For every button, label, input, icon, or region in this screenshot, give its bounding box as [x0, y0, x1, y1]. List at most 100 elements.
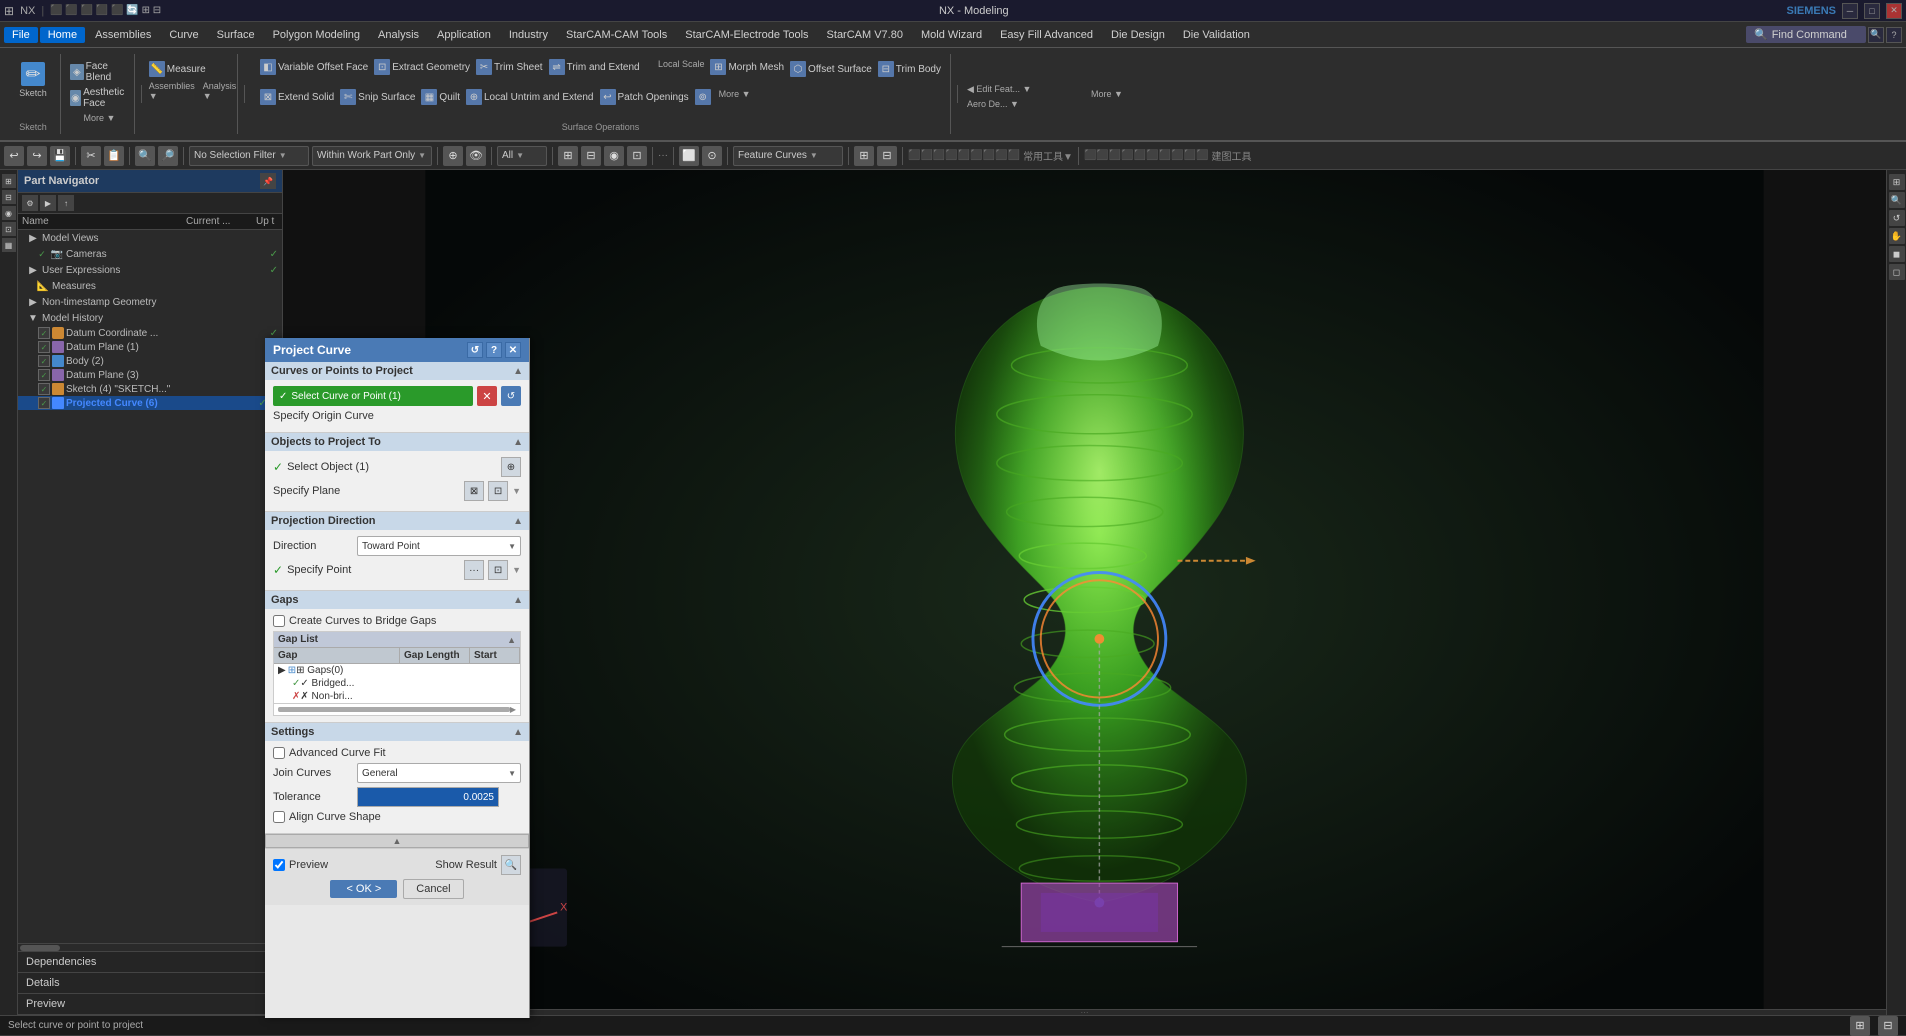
dialog-scroll-up[interactable]: ▲: [265, 834, 529, 848]
nav-tb-1[interactable]: ⚙: [22, 195, 38, 211]
find-command[interactable]: 🔍 Find Command: [1746, 26, 1866, 43]
tb-zoom-out[interactable]: 🔎: [158, 146, 178, 166]
specify-plane-btn2[interactable]: ⊡: [488, 481, 508, 501]
cancel-curve-btn[interactable]: ✕: [477, 386, 497, 406]
tb-icon-3[interactable]: ◉: [604, 146, 624, 166]
btn-morph-mesh[interactable]: ⬡ Offset Surface: [787, 60, 875, 78]
menu-item-die-validation[interactable]: Die Validation: [1175, 27, 1258, 43]
nav-tb-2[interactable]: ▶: [40, 195, 56, 211]
tb-icon-4[interactable]: ⊡: [627, 146, 647, 166]
tb-snap-icon[interactable]: ⊕: [443, 146, 463, 166]
menu-item-die-design[interactable]: Die Design: [1103, 27, 1173, 43]
dialog-refresh-btn[interactable]: ↺: [467, 342, 483, 358]
vp-tb-view2[interactable]: ◻: [1889, 264, 1905, 280]
btn-offset-surface[interactable]: ⊟ Trim Body: [875, 60, 944, 78]
tb-save[interactable]: 💾: [50, 146, 70, 166]
close-button[interactable]: ✕: [1886, 3, 1902, 19]
tb-icon-8[interactable]: ⊟: [877, 146, 897, 166]
menu-item-curve[interactable]: Curve: [161, 27, 206, 43]
proj-dir-section-header[interactable]: Projection Direction ▲: [265, 512, 529, 530]
btn-enlarge-surface[interactable]: ⊞ Morph Mesh: [707, 58, 787, 76]
accordion-header-preview[interactable]: Preview ▼: [18, 994, 282, 1014]
btn-edit-features[interactable]: ◀ Edit Feat... ▼: [964, 83, 1084, 96]
specify-point-btn2[interactable]: ⊡: [488, 560, 508, 580]
create-curves-checkbox[interactable]: [273, 615, 285, 627]
btn-trim-sheet[interactable]: ✂ Trim Sheet: [473, 58, 546, 76]
menu-item-mold[interactable]: Mold Wizard: [913, 27, 990, 43]
tolerance-input[interactable]: [357, 787, 499, 807]
menu-item-polygon[interactable]: Polygon Modeling: [265, 27, 368, 43]
gap-row-non-bridged[interactable]: ✗ ✗ Non-bri...: [274, 690, 520, 703]
btn-analysis[interactable]: Analysis ▼: [200, 80, 240, 102]
nav-item-model-views[interactable]: ▶ Model Views: [18, 230, 282, 246]
selection-filter-dropdown[interactable]: No Selection Filter ▼: [189, 146, 309, 166]
nav-pin-btn[interactable]: 📌: [260, 173, 276, 189]
preview-checkbox[interactable]: [273, 859, 285, 871]
cycle-curve-btn[interactable]: ↺: [501, 386, 521, 406]
minimize-button[interactable]: ─: [1842, 3, 1858, 19]
tb-redo[interactable]: ↪: [27, 146, 47, 166]
tb-zoom-in[interactable]: 🔍: [135, 146, 155, 166]
tb-icon-7[interactable]: ⊞: [854, 146, 874, 166]
show-result-btn[interactable]: 🔍: [501, 855, 521, 875]
join-curves-dropdown[interactable]: General ▼: [357, 763, 521, 783]
menu-help-btn[interactable]: ?: [1886, 27, 1902, 43]
gap-list-header[interactable]: Gap List ▲: [274, 632, 520, 648]
ribbon-btn-more[interactable]: More ▼: [67, 112, 132, 124]
accordion-header-details[interactable]: Details ▼: [18, 973, 282, 993]
vp-tb-fit[interactable]: ⊞: [1889, 174, 1905, 190]
work-part-dropdown[interactable]: Within Work Part Only ▼: [312, 146, 432, 166]
tb-icon-6[interactable]: ⊙: [702, 146, 722, 166]
nav-tb-3[interactable]: ↑: [58, 195, 74, 211]
advanced-curve-fit-label[interactable]: Advanced Curve Fit: [273, 747, 386, 759]
menu-item-industry[interactable]: Industry: [501, 27, 556, 43]
ribbon-btn-aesthetic-face[interactable]: ◉ Aesthetic Face: [67, 86, 132, 110]
menu-item-starv80[interactable]: StarCAM V7.80: [819, 27, 911, 43]
specify-point-btn1[interactable]: ···: [464, 560, 484, 580]
settings-section-header[interactable]: Settings ▲: [265, 723, 529, 741]
accordion-header-dependencies[interactable]: Dependencies ▼: [18, 952, 282, 972]
menu-search-icon[interactable]: 🔍: [1868, 27, 1884, 43]
nav-item-measures[interactable]: 📐 Measures: [18, 278, 282, 294]
menu-item-easy-fill[interactable]: Easy Fill Advanced: [992, 27, 1101, 43]
gaps-section-header[interactable]: Gaps ▲: [265, 591, 529, 609]
preview-label[interactable]: Preview: [273, 859, 328, 871]
menu-item-starcam-cam[interactable]: StarCAM-CAM Tools: [558, 27, 675, 43]
nav-scrollbar-h[interactable]: [18, 943, 282, 951]
dialog-help-btn[interactable]: ?: [486, 342, 502, 358]
all-dropdown[interactable]: All ▼: [497, 146, 547, 166]
btn-patch-openings[interactable]: ⊚: [692, 88, 716, 106]
nav-item-user-expressions[interactable]: ▶ User Expressions ✓: [18, 262, 282, 278]
side-btn-5[interactable]: ▦: [2, 238, 16, 252]
nav-item-datum-plane-3[interactable]: ✓ Datum Plane (3) ✓: [18, 368, 282, 382]
align-curve-checkbox[interactable]: [273, 811, 285, 823]
side-btn-4[interactable]: ⊡: [2, 222, 16, 236]
ribbon-btn-face-blend[interactable]: ◈ Face Blend: [67, 60, 132, 84]
maximize-button[interactable]: □: [1864, 3, 1880, 19]
select-object-btn1[interactable]: ⊕: [501, 457, 521, 477]
vp-tb-pan[interactable]: ✋: [1889, 228, 1905, 244]
nav-item-body-2[interactable]: ✓ Body (2) ✓: [18, 354, 282, 368]
gap-row-bridged[interactable]: ✓ ✓ Bridged...: [274, 677, 520, 690]
menu-item-home[interactable]: Home: [40, 27, 85, 43]
tb-icon-1[interactable]: ⊞: [558, 146, 578, 166]
side-btn-3[interactable]: ◉: [2, 206, 16, 220]
btn-more-right[interactable]: More ▼: [1088, 88, 1126, 100]
nav-item-datum-plane-1[interactable]: ✓ Datum Plane (1) ✓: [18, 340, 282, 354]
nav-item-non-timestamp[interactable]: ▶ Non-timestamp Geometry: [18, 294, 282, 310]
tb-icon-5[interactable]: ⬜: [679, 146, 699, 166]
btn-aero-design[interactable]: Aero De... ▼: [964, 98, 1084, 110]
btn-trim-body[interactable]: ⊠ Extend Solid: [257, 88, 337, 106]
nav-item-cameras[interactable]: ✓ 📷 Cameras ✓: [18, 246, 282, 262]
direction-dropdown[interactable]: Toward Point ▼: [357, 536, 521, 556]
btn-trim-extend[interactable]: ⇌ Trim and Extend: [546, 58, 643, 76]
nav-item-datum-coord[interactable]: ✓ Datum Coordinate ... ✓: [18, 326, 282, 340]
vp-tb-rotate[interactable]: ↺: [1889, 210, 1905, 226]
btn-local-scale[interactable]: Local Scale: [655, 58, 708, 70]
btn-extract-geometry[interactable]: ⊡ Extract Geometry: [371, 58, 473, 76]
cancel-button[interactable]: Cancel: [403, 879, 463, 899]
specify-plane-btn1[interactable]: ⊠: [464, 481, 484, 501]
btn-variable-offset[interactable]: ◧ Variable Offset Face: [257, 58, 371, 76]
align-curve-label[interactable]: Align Curve Shape: [273, 811, 381, 823]
nav-item-model-history[interactable]: ▼ Model History: [18, 310, 282, 326]
